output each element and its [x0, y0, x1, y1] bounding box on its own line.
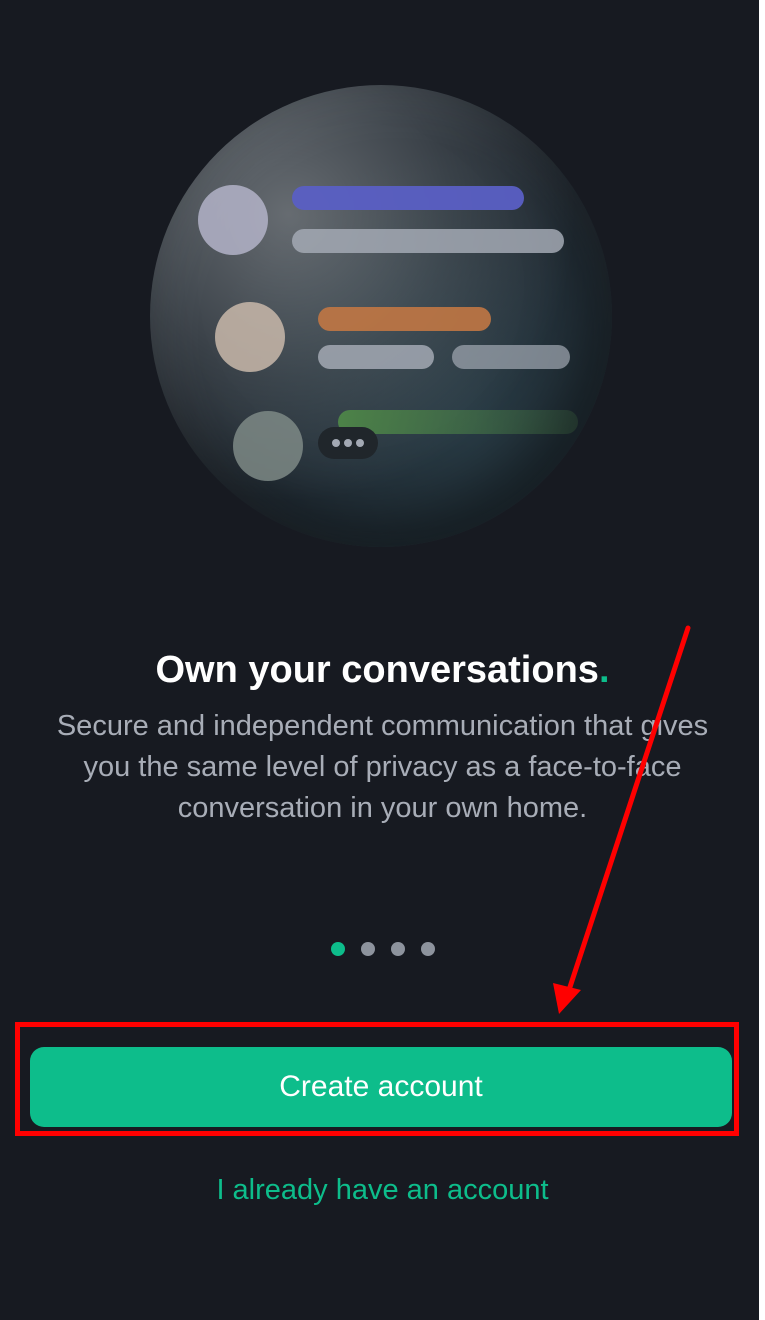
screen-edge: [759, 0, 765, 1320]
illustration-sphere: [150, 85, 612, 547]
title-text: Own your conversations: [155, 649, 599, 691]
page-dot: [360, 942, 375, 956]
page-indicator: [0, 942, 765, 956]
message-bar: [318, 307, 491, 331]
message-bar: [452, 345, 570, 369]
onboarding-screen: Own your conversations. Secure and indep…: [0, 0, 765, 1320]
message-bar: [292, 229, 564, 253]
page-title: Own your conversations.: [0, 644, 765, 696]
title-accent-dot: .: [598, 649, 610, 691]
page-dot: [390, 942, 405, 956]
typing-dots-icon: [318, 427, 378, 459]
avatar: [198, 185, 268, 255]
page-description: Secure and independent communication tha…: [56, 710, 709, 824]
annotation-highlight-box: [15, 1022, 739, 1136]
page-dot: [420, 942, 435, 956]
login-link[interactable]: I already have an account: [0, 1170, 765, 1210]
message-bar: [318, 345, 434, 369]
message-bar: [338, 410, 578, 434]
message-bar: [292, 186, 524, 210]
avatar: [233, 411, 303, 481]
page-dot-active: [330, 942, 345, 956]
avatar: [215, 302, 285, 372]
